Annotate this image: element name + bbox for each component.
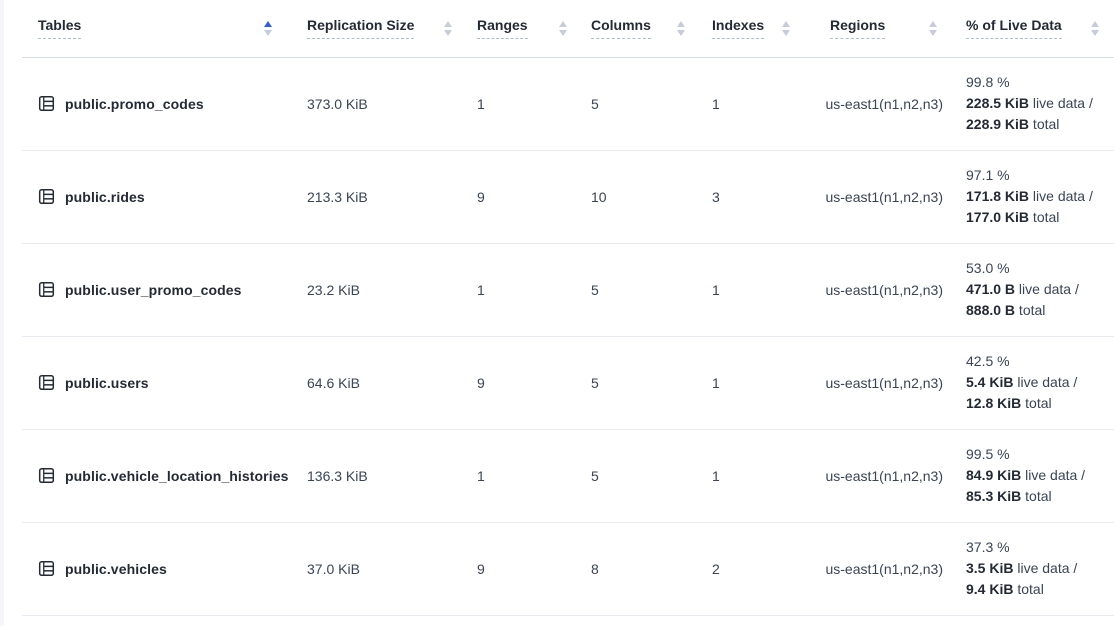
columns-cell: 5 xyxy=(582,429,700,522)
table-row[interactable]: public.user_promo_codes 23.2 KiB 1 5 1 u… xyxy=(22,243,1114,336)
table-name-link[interactable]: public.vehicle_location_histories xyxy=(65,468,288,484)
columns-cell: 5 xyxy=(582,57,700,150)
replication-size-cell: 23.2 KiB xyxy=(287,243,467,336)
indexes-cell: 3 xyxy=(700,150,805,243)
live-data-size-line: 3.5 KiB live data / xyxy=(966,558,1114,579)
column-header-replication-size[interactable]: Replication Size xyxy=(287,17,467,39)
indexes-cell: 1 xyxy=(700,243,805,336)
replication-size-cell: 64.6 KiB xyxy=(287,336,467,429)
indexes-cell: 1 xyxy=(700,57,805,150)
ranges-cell: 9 xyxy=(467,336,582,429)
live-data-percent: 97.1 % xyxy=(966,165,1114,186)
live-data-cell: 53.0 % 471.0 B live data / 888.0 B total xyxy=(952,243,1114,336)
live-data-percent: 53.0 % xyxy=(966,258,1114,279)
table-header-row: Tables Replication Size Ranges Columns I… xyxy=(22,0,1114,57)
live-data-size-line: 228.5 KiB live data / xyxy=(966,93,1114,114)
live-data-cell: 37.3 % 3.5 KiB live data / 9.4 KiB total xyxy=(952,522,1114,615)
ranges-cell: 9 xyxy=(467,150,582,243)
column-header-label: Ranges xyxy=(477,17,528,39)
replication-size-cell: 373.0 KiB xyxy=(287,57,467,150)
replication-size-cell: 37.0 KiB xyxy=(287,522,467,615)
table-grid-icon xyxy=(38,95,55,112)
sort-arrows-icon[interactable] xyxy=(1091,21,1099,36)
columns-cell: 10 xyxy=(582,150,700,243)
ranges-cell: 1 xyxy=(467,429,582,522)
column-header-ranges[interactable]: Ranges xyxy=(467,17,582,39)
table-name-link[interactable]: public.vehicles xyxy=(65,561,167,577)
column-header-label: Tables xyxy=(38,17,81,39)
column-header-label: Regions xyxy=(830,17,885,39)
column-header-regions[interactable]: Regions xyxy=(805,17,952,39)
regions-cell: us-east1(n1,n2,n3) xyxy=(805,150,952,243)
indexes-cell: 2 xyxy=(700,522,805,615)
table-row[interactable]: public.rides 213.3 KiB 9 10 3 us-east1(n… xyxy=(22,150,1114,243)
total-data-size-line: 85.3 KiB total xyxy=(966,486,1114,507)
column-header-label: % of Live Data xyxy=(966,17,1062,39)
live-data-cell: 99.8 % 228.5 KiB live data / 228.9 KiB t… xyxy=(952,57,1114,150)
regions-cell: us-east1(n1,n2,n3) xyxy=(805,57,952,150)
sort-arrows-icon[interactable] xyxy=(264,21,272,36)
page-left-gutter xyxy=(0,0,4,626)
total-data-size-line: 177.0 KiB total xyxy=(966,207,1114,228)
sort-arrows-icon[interactable] xyxy=(677,21,685,36)
replication-size-cell: 213.3 KiB xyxy=(287,150,467,243)
table-row[interactable]: public.users 64.6 KiB 9 5 1 us-east1(n1,… xyxy=(22,336,1114,429)
table-grid-icon xyxy=(38,374,55,391)
table-name-link[interactable]: public.users xyxy=(65,375,149,391)
regions-cell: us-east1(n1,n2,n3) xyxy=(805,429,952,522)
table-grid-icon xyxy=(38,188,55,205)
column-header-indexes[interactable]: Indexes xyxy=(700,17,805,39)
column-header-label: Indexes xyxy=(712,17,764,39)
indexes-cell: 1 xyxy=(700,336,805,429)
live-data-cell: 99.5 % 84.9 KiB live data / 85.3 KiB tot… xyxy=(952,429,1114,522)
total-data-size-line: 9.4 KiB total xyxy=(966,579,1114,600)
live-data-size-line: 5.4 KiB live data / xyxy=(966,372,1114,393)
table-grid-icon xyxy=(38,560,55,577)
table-name-link[interactable]: public.rides xyxy=(65,189,145,205)
table-grid-icon xyxy=(38,281,55,298)
sort-arrows-icon[interactable] xyxy=(782,21,790,36)
table-grid-icon xyxy=(38,467,55,484)
sort-arrows-icon[interactable] xyxy=(444,21,452,36)
columns-cell: 5 xyxy=(582,243,700,336)
table-name-link[interactable]: public.promo_codes xyxy=(65,96,204,112)
live-data-percent: 99.8 % xyxy=(966,72,1114,93)
columns-cell: 8 xyxy=(582,522,700,615)
sort-arrows-icon[interactable] xyxy=(559,21,567,36)
sort-arrows-icon[interactable] xyxy=(929,21,937,36)
table-row[interactable]: public.promo_codes 373.0 KiB 1 5 1 us-ea… xyxy=(22,57,1114,150)
total-data-size-line: 12.8 KiB total xyxy=(966,393,1114,414)
replication-size-cell: 136.3 KiB xyxy=(287,429,467,522)
column-header-live-data[interactable]: % of Live Data xyxy=(952,17,1114,39)
ranges-cell: 1 xyxy=(467,243,582,336)
column-header-tables[interactable]: Tables xyxy=(22,17,287,39)
live-data-cell: 42.5 % 5.4 KiB live data / 12.8 KiB tota… xyxy=(952,336,1114,429)
table-row[interactable]: public.vehicle_location_histories 136.3 … xyxy=(22,429,1114,522)
tables-list-page: Tables Replication Size Ranges Columns I… xyxy=(0,0,1114,626)
ranges-cell: 1 xyxy=(467,57,582,150)
live-data-size-line: 171.8 KiB live data / xyxy=(966,186,1114,207)
total-data-size-line: 228.9 KiB total xyxy=(966,114,1114,135)
regions-cell: us-east1(n1,n2,n3) xyxy=(805,522,952,615)
table-row[interactable]: public.vehicles 37.0 KiB 9 8 2 us-east1(… xyxy=(22,522,1114,615)
table-name-link[interactable]: public.user_promo_codes xyxy=(65,282,242,298)
database-tables-table: Tables Replication Size Ranges Columns I… xyxy=(22,0,1114,616)
live-data-size-line: 471.0 B live data / xyxy=(966,279,1114,300)
columns-cell: 5 xyxy=(582,336,700,429)
regions-cell: us-east1(n1,n2,n3) xyxy=(805,243,952,336)
regions-cell: us-east1(n1,n2,n3) xyxy=(805,336,952,429)
live-data-cell: 97.1 % 171.8 KiB live data / 177.0 KiB t… xyxy=(952,150,1114,243)
column-header-label: Columns xyxy=(591,17,651,39)
column-header-columns[interactable]: Columns xyxy=(582,17,700,39)
live-data-percent: 42.5 % xyxy=(966,351,1114,372)
live-data-size-line: 84.9 KiB live data / xyxy=(966,465,1114,486)
live-data-percent: 99.5 % xyxy=(966,444,1114,465)
column-header-label: Replication Size xyxy=(307,17,414,39)
indexes-cell: 1 xyxy=(700,429,805,522)
total-data-size-line: 888.0 B total xyxy=(966,300,1114,321)
live-data-percent: 37.3 % xyxy=(966,537,1114,558)
ranges-cell: 9 xyxy=(467,522,582,615)
